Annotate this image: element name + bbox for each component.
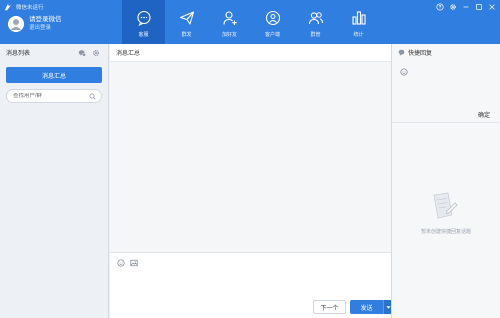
next-button[interactable]: 下一个	[313, 300, 346, 314]
quick-reply-panel: 快捷回复 确定 暂未创建快捷回复话题	[391, 44, 500, 318]
sidebar-header: 消息列表	[0, 44, 108, 61]
settings-icon[interactable]	[92, 49, 100, 57]
message-summary-button[interactable]: 消息汇总	[6, 67, 102, 83]
nav-item-stats[interactable]: 统计	[337, 0, 380, 44]
avatar[interactable]	[8, 16, 24, 32]
client-icon	[265, 10, 280, 26]
quick-reply-header: 快捷回复	[392, 44, 500, 61]
message-panel: 消息汇总 下一个 发送	[110, 44, 393, 318]
settings-gear-icon[interactable]	[448, 2, 457, 11]
nav-item-broadcast[interactable]: 群发	[165, 0, 208, 44]
image-icon[interactable]	[130, 259, 138, 267]
stats-icon	[351, 11, 366, 25]
send-button-group: 发送	[350, 300, 393, 314]
empty-document-icon	[433, 192, 458, 219]
nav-item-add-friend[interactable]: 加好友	[208, 0, 251, 44]
send-icon	[179, 11, 194, 25]
group-icon	[308, 12, 323, 25]
search-input[interactable]	[13, 93, 91, 99]
chat-history-area	[110, 61, 391, 253]
user-profile: 请登录微信 退出登录	[8, 15, 62, 33]
nav-item-group-manage[interactable]: 群管	[294, 0, 337, 44]
top-header: 微信未运行 请登录微信 退出登录 客服 群发 加好友 客户端 群管 统计	[0, 0, 500, 44]
window-controls	[435, 2, 496, 11]
sidebar-tools	[78, 49, 100, 57]
main-nav: 客服 群发 加好友 客户端 群管 统计	[122, 0, 380, 44]
maximize-icon[interactable]	[474, 2, 483, 11]
nav-label: 群管	[310, 32, 321, 38]
nav-label: 客服	[138, 32, 149, 38]
message-list-sidebar: 消息列表 消息汇总	[0, 44, 109, 318]
nav-label: 加好友	[221, 32, 237, 38]
profile-text: 请登录微信 退出登录	[29, 15, 62, 33]
app-logo-icon	[4, 3, 12, 11]
sidebar-title: 消息列表	[6, 51, 31, 57]
add-friend-icon	[222, 11, 237, 25]
nav-label: 群发	[181, 32, 192, 38]
login-status[interactable]: 请登录微信	[29, 15, 62, 24]
search-icon[interactable]	[89, 93, 96, 100]
message-input[interactable]	[110, 272, 391, 297]
empty-state-text: 暂未创建快捷回复话题	[420, 229, 471, 235]
minimize-icon[interactable]	[461, 2, 470, 11]
divider	[392, 122, 500, 123]
emoji-icon	[400, 68, 408, 76]
logout-link[interactable]: 退出登录	[29, 24, 62, 33]
send-button[interactable]: 发送	[350, 300, 383, 314]
search-box	[6, 89, 102, 103]
emoji-icon[interactable]	[117, 259, 125, 267]
quick-reply-emoji-button[interactable]	[400, 68, 408, 76]
close-icon[interactable]	[487, 2, 496, 11]
confirm-button[interactable]: 确定	[478, 110, 490, 119]
quick-reply-title: 快捷回复	[408, 51, 433, 57]
quick-reply-icon	[398, 49, 405, 56]
help-icon[interactable]	[435, 2, 444, 11]
main-title: 消息汇总	[116, 51, 141, 57]
nav-label: 客户端	[264, 32, 280, 38]
nav-item-service[interactable]: 客服	[122, 0, 165, 44]
nav-item-client[interactable]: 客户端	[251, 0, 294, 44]
input-toolbar	[117, 259, 138, 267]
title-bar: 微信未运行	[4, 2, 44, 12]
nav-label: 统计	[353, 32, 364, 38]
chat-bubbles-icon[interactable]	[78, 49, 86, 57]
user-avatar-icon	[8, 16, 24, 32]
app-title: 微信未运行	[16, 5, 44, 11]
chat-icon	[136, 10, 151, 26]
